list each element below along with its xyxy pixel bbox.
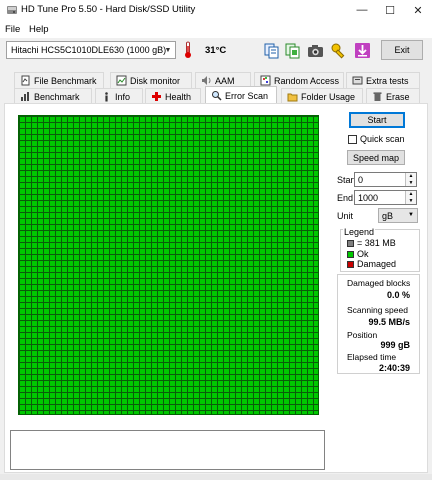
options-icon[interactable] [329, 41, 348, 60]
tab-label: File Benchmark [34, 75, 97, 86]
tab-label: AAM [215, 75, 235, 86]
tab-health[interactable]: Health [145, 88, 201, 104]
tab-file-benchmark[interactable]: File Benchmark [14, 72, 104, 88]
tab-label: Erase [386, 91, 410, 102]
end-label: End [337, 193, 354, 203]
temperature-value: 31°C [205, 45, 227, 56]
benchmark-icon [21, 92, 29, 101]
tab-label: Info [115, 91, 131, 102]
tab-disk-monitor[interactable]: Disk monitor [110, 72, 192, 88]
minimize-button[interactable]: — [348, 0, 376, 20]
tab-label: Random Access [274, 75, 340, 86]
position-label: Position [347, 330, 378, 340]
end-input-value: 1000 [358, 193, 379, 203]
exit-button[interactable]: Exit [381, 40, 423, 60]
start-input-value: 0 [358, 175, 364, 185]
end-spinner[interactable]: ▲ ▼ [405, 191, 416, 204]
tab-error-scan[interactable]: Error Scan [205, 86, 277, 104]
unit-select[interactable]: gB ▼ [378, 208, 418, 223]
tab-label: Health [165, 91, 192, 102]
elapsed-time-value: 2:40:39 [378, 363, 410, 373]
drive-select-value: Hitachi HCS5C1010DLE630 (1000 gB) [11, 45, 167, 55]
elapsed-time-label: Elapsed time [347, 352, 397, 362]
unit-label: Unit [337, 211, 354, 221]
file-benchmark-icon [21, 75, 30, 86]
start-spinner[interactable]: ▲ ▼ [405, 173, 416, 186]
disk-monitor-icon [116, 75, 127, 86]
tab-extra-tests[interactable]: Extra tests [346, 72, 420, 88]
window-title: HD Tune Pro 5.50 - Hard Disk/SSD Utility [21, 4, 196, 15]
thermometer-icon [185, 41, 191, 58]
scan-block-map [18, 115, 319, 415]
tab-label: Error Scan [225, 90, 269, 101]
info-icon [105, 92, 108, 102]
scan-log [10, 430, 325, 470]
health-cross-icon [152, 92, 161, 101]
tab-label: Folder Usage [301, 91, 356, 102]
chevron-down-icon[interactable]: ▼ [161, 42, 175, 58]
scanning-speed-value: 99.5 MB/s [368, 317, 410, 327]
drive-select[interactable]: Hitachi HCS5C1010DLE630 (1000 gB) ▼ [6, 41, 176, 59]
legend-ok-swatch [347, 251, 354, 258]
trash-icon [373, 92, 382, 101]
tab-label: Disk monitor [130, 75, 181, 86]
damaged-blocks-value: 0.0 % [386, 290, 410, 300]
camera-icon[interactable] [306, 41, 325, 60]
legend-damaged-label: Damaged [357, 259, 397, 269]
start-scan-button[interactable]: Start [349, 112, 405, 128]
position-value: 999 gB [380, 340, 410, 350]
legend-damaged-swatch [347, 261, 354, 268]
tab-benchmark[interactable]: Benchmark [14, 88, 92, 104]
speed-map-button[interactable]: Speed map [347, 150, 405, 165]
taskbar-strip [0, 474, 432, 480]
copy-screenshot-icon[interactable] [283, 41, 302, 60]
legend-title: Legend [343, 227, 376, 237]
random-access-icon [260, 75, 271, 86]
app-icon [7, 6, 17, 14]
chevron-down-icon: ▼ [408, 212, 414, 218]
close-button[interactable]: ✕ [404, 0, 432, 20]
maximize-button[interactable]: ☐ [376, 0, 404, 20]
tab-label: Extra tests [366, 75, 409, 86]
magnifier-icon [212, 91, 222, 101]
legend-ok-label: Ok [357, 249, 369, 259]
tab-label: Benchmark [34, 91, 80, 102]
quick-scan-label: Quick scan [360, 134, 405, 144]
quick-scan-checkbox[interactable] [348, 135, 357, 144]
scanning-speed-label: Scanning speed [347, 305, 408, 315]
save-download-icon[interactable] [353, 41, 372, 60]
menu-file[interactable]: File [5, 24, 20, 35]
tab-info[interactable]: Info [95, 88, 143, 104]
folder-icon [287, 93, 298, 102]
menu-help[interactable]: Help [29, 24, 49, 35]
copy-text-icon[interactable] [262, 41, 281, 60]
start-input[interactable]: 0 ▲ ▼ [354, 172, 417, 187]
legend-block-swatch [347, 240, 354, 247]
legend-block-size: = 381 MB [357, 238, 396, 248]
extra-tests-icon [352, 76, 363, 85]
tab-erase[interactable]: Erase [366, 88, 420, 104]
menu-bar [0, 20, 432, 38]
speaker-icon [202, 76, 211, 85]
end-input[interactable]: 1000 ▲ ▼ [354, 190, 417, 205]
unit-select-value: gB [382, 211, 394, 221]
damaged-blocks-label: Damaged blocks [347, 278, 411, 288]
tab-folder-usage[interactable]: Folder Usage [281, 88, 363, 104]
